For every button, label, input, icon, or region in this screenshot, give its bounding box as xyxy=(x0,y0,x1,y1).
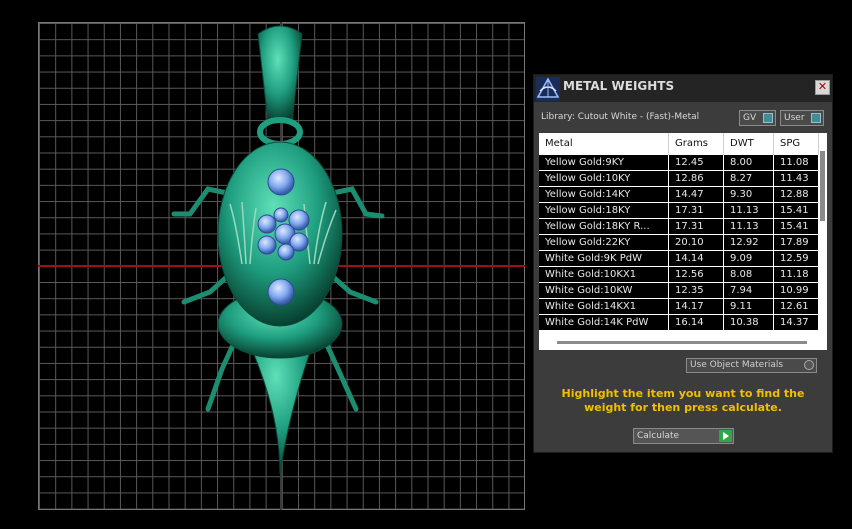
metal-weights-panel: METAL WEIGHTS ✕ Library: Cutout White - … xyxy=(533,74,833,453)
close-button[interactable]: ✕ xyxy=(815,80,830,95)
table-row[interactable]: Yellow Gold:9KY 12.45 8.00 11.08 xyxy=(539,155,819,171)
toggle-knob-icon xyxy=(763,113,773,123)
table-row[interactable]: White Gold:10KW 12.35 7.94 10.99 xyxy=(539,283,819,299)
app-logo-icon xyxy=(536,77,560,101)
table-cell: White Gold:10KX1 xyxy=(539,267,669,282)
use-object-materials-label: Use Object Materials xyxy=(690,360,784,370)
table-row[interactable]: White Gold:10KX1 12.56 8.08 11.18 xyxy=(539,267,819,283)
table-cell: 12.45 xyxy=(669,155,724,170)
table-cell: 12.92 xyxy=(724,235,774,250)
user-toggle[interactable]: User xyxy=(780,110,824,126)
vertical-scrollbar[interactable] xyxy=(820,151,825,221)
table-cell: Yellow Gold:9KY xyxy=(539,155,669,170)
metal-table: Metal Grams DWT SPG Yellow Gold:9KY 12.45… xyxy=(539,133,827,350)
beetle-pendant-model[interactable] xyxy=(160,24,400,484)
table-cell: 14.47 xyxy=(669,187,724,202)
table-cell: White Gold:14K PdW xyxy=(539,315,669,330)
table-cell: 12.35 xyxy=(669,283,724,298)
table-cell: 11.43 xyxy=(774,171,819,186)
table-cell: 12.61 xyxy=(774,299,819,314)
use-object-materials-option[interactable]: Use Object Materials xyxy=(686,358,817,373)
table-cell: White Gold:9K PdW xyxy=(539,251,669,266)
table-cell: 11.18 xyxy=(774,267,819,282)
table-cell: 15.41 xyxy=(774,203,819,218)
table-cell: Yellow Gold:22KY xyxy=(539,235,669,250)
table-row[interactable]: Yellow Gold:18KY R... 17.31 11.13 15.41 xyxy=(539,219,819,235)
column-header-spg[interactable]: SPG xyxy=(774,133,819,155)
calculate-button[interactable]: Calculate xyxy=(633,428,734,444)
column-header-metal[interactable]: Metal xyxy=(539,133,669,155)
table-cell: 17.89 xyxy=(774,235,819,250)
table-cell: 15.41 xyxy=(774,219,819,234)
table-cell: 9.30 xyxy=(724,187,774,202)
table-cell: 10.38 xyxy=(724,315,774,330)
panel-title: METAL WEIGHTS xyxy=(563,79,675,93)
gv-toggle-label: GV xyxy=(743,113,757,123)
table-cell: 14.14 xyxy=(669,251,724,266)
table-cell: 14.37 xyxy=(774,315,819,330)
table-cell: 11.08 xyxy=(774,155,819,170)
table-cell: 8.00 xyxy=(724,155,774,170)
library-label: Library: Cutout White - (Fast)-Metal xyxy=(541,112,700,122)
table-row[interactable]: White Gold:9K PdW 14.14 9.09 12.59 xyxy=(539,251,819,267)
table-row[interactable]: Yellow Gold:14KY 14.47 9.30 12.88 xyxy=(539,187,819,203)
table-cell: 17.31 xyxy=(669,203,724,218)
table-cell: 16.14 xyxy=(669,315,724,330)
table-cell: White Gold:14KX1 xyxy=(539,299,669,314)
toggle-knob-icon xyxy=(811,113,821,123)
table-cell: 7.94 xyxy=(724,283,774,298)
column-header-dwt[interactable]: DWT xyxy=(724,133,774,155)
table-body: Yellow Gold:9KY 12.45 8.00 11.08 Yellow Gold… xyxy=(539,155,819,331)
panel-titlebar[interactable]: METAL WEIGHTS ✕ xyxy=(534,75,832,102)
table-cell: 14.17 xyxy=(669,299,724,314)
table-row[interactable]: White Gold:14KX1 14.17 9.11 12.61 xyxy=(539,299,819,315)
table-cell: 11.13 xyxy=(724,219,774,234)
instruction-text: Highlight the item you want to find the … xyxy=(561,387,805,414)
table-cell: 9.09 xyxy=(724,251,774,266)
table-row[interactable]: Yellow Gold:18KY 17.31 11.13 15.41 xyxy=(539,203,819,219)
table-row[interactable]: Yellow Gold:22KY 20.10 12.92 17.89 xyxy=(539,235,819,251)
table-cell: White Gold:10KW xyxy=(539,283,669,298)
table-cell: 10.99 xyxy=(774,283,819,298)
table-row[interactable]: Yellow Gold:10KY 12.86 8.27 11.43 xyxy=(539,171,819,187)
table-row[interactable]: White Gold:14K PdW 16.14 10.38 14.37 xyxy=(539,315,819,331)
table-cell: 12.88 xyxy=(774,187,819,202)
table-cell: Yellow Gold:10KY xyxy=(539,171,669,186)
table-cell: Yellow Gold:18KY xyxy=(539,203,669,218)
table-cell: 8.08 xyxy=(724,267,774,282)
table-cell: 12.86 xyxy=(669,171,724,186)
table-cell: 9.11 xyxy=(724,299,774,314)
gv-toggle[interactable]: GV xyxy=(739,110,776,126)
column-header-grams[interactable]: Grams xyxy=(669,133,724,155)
table-cell: 20.10 xyxy=(669,235,724,250)
calculate-label: Calculate xyxy=(637,431,680,441)
table-cell: 11.13 xyxy=(724,203,774,218)
horizontal-scrollbar[interactable] xyxy=(557,341,807,344)
table-cell: 12.59 xyxy=(774,251,819,266)
table-cell: 17.31 xyxy=(669,219,724,234)
table-cell: Yellow Gold:18KY R... xyxy=(539,219,669,234)
table-header: Metal Grams DWT SPG xyxy=(539,133,827,155)
play-arrow-icon xyxy=(719,430,732,442)
radio-icon xyxy=(804,360,814,370)
table-cell: 8.27 xyxy=(724,171,774,186)
table-cell: 12.56 xyxy=(669,267,724,282)
user-toggle-label: User xyxy=(784,113,805,123)
table-cell: Yellow Gold:14KY xyxy=(539,187,669,202)
